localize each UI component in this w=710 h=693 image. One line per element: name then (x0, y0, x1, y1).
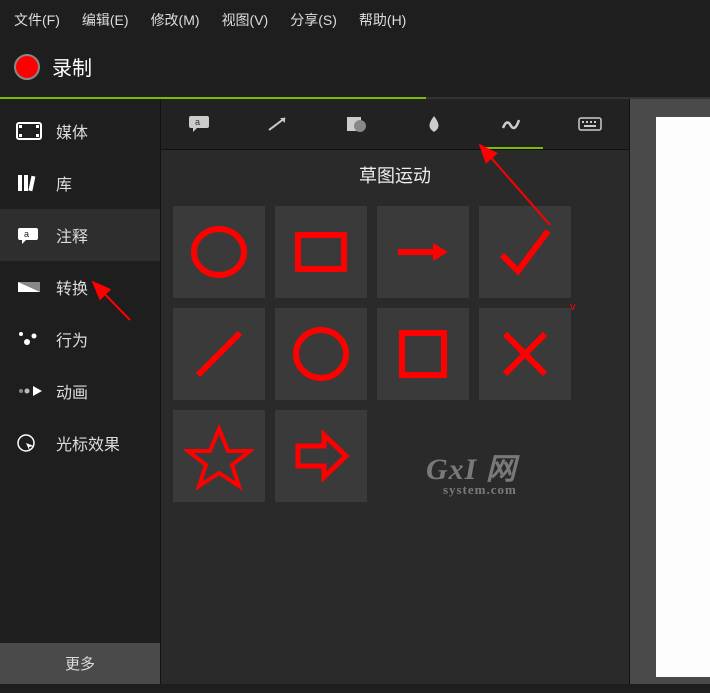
menu-view[interactable]: 视图(V) (222, 10, 269, 30)
tab-blur[interactable] (395, 99, 473, 149)
menu-modify[interactable]: 修改(M) (151, 10, 200, 30)
menu-file[interactable]: 文件(F) (14, 10, 60, 30)
shape-cross[interactable] (479, 308, 571, 400)
tab-shape[interactable] (317, 99, 395, 149)
sidebar-item-label: 行为 (56, 327, 88, 351)
cursor-icon (16, 433, 42, 453)
canvas-area (630, 99, 710, 684)
sidebar-item-label: 注释 (56, 223, 88, 247)
shape-rect[interactable] (275, 206, 367, 298)
more-button[interactable]: 更多 (0, 643, 160, 684)
sidebar: 媒体 库 a 注释 转换 行为 (0, 99, 160, 684)
behavior-icon (16, 329, 42, 349)
center-panel: a 草图运动 (160, 99, 630, 684)
sidebar-item-label: 光标效果 (56, 431, 120, 455)
annotate-icon: a (16, 225, 42, 245)
svg-text:a: a (24, 229, 29, 239)
menu-share[interactable]: 分享(S) (290, 10, 337, 30)
record-label: 录制 (52, 52, 92, 81)
menubar: 文件(F) 编辑(E) 修改(M) 视图(V) 分享(S) 帮助(H) (0, 0, 710, 40)
sidebar-item-animation[interactable]: 动画 (0, 365, 160, 417)
sidebar-item-library[interactable]: 库 (0, 157, 160, 209)
shape-ellipse[interactable] (275, 308, 367, 400)
shape-circle[interactable] (173, 206, 265, 298)
tab-arrow[interactable] (239, 99, 317, 149)
sidebar-item-transition[interactable]: 转换 (0, 261, 160, 313)
sidebar-item-label: 动画 (56, 379, 88, 403)
sidebar-item-behavior[interactable]: 行为 (0, 313, 160, 365)
library-icon (16, 173, 42, 193)
tab-callout[interactable]: a (161, 99, 239, 149)
shape-block-arrow[interactable] (275, 410, 367, 502)
sidebar-item-annotate[interactable]: a 注释 (0, 209, 160, 261)
main-area: 媒体 库 a 注释 转换 行为 (0, 99, 710, 684)
sidebar-item-label: 媒体 (56, 119, 88, 143)
record-button[interactable] (14, 54, 40, 80)
shape-square[interactable] (377, 308, 469, 400)
tab-sketch[interactable] (473, 99, 551, 149)
tab-keyboard[interactable] (551, 99, 629, 149)
menu-help[interactable]: 帮助(H) (359, 10, 406, 30)
sidebar-item-media[interactable]: 媒体 (0, 105, 160, 157)
shape-checkmark[interactable] (479, 206, 571, 298)
animation-icon (16, 381, 42, 401)
sidebar-item-label: 库 (56, 171, 72, 195)
menu-edit[interactable]: 编辑(E) (82, 10, 129, 30)
panel-title: 草图运动 (161, 150, 629, 200)
canvas-preview[interactable] (656, 117, 710, 677)
tool-tabs: a (161, 99, 629, 150)
shapes-grid (161, 200, 629, 508)
shape-line[interactable] (173, 308, 265, 400)
sidebar-item-label: 转换 (56, 275, 88, 299)
svg-text:a: a (195, 117, 200, 127)
shape-star[interactable] (173, 410, 265, 502)
sidebar-item-cursor[interactable]: 光标效果 (0, 417, 160, 469)
record-row: 录制 (0, 40, 710, 97)
transition-icon (16, 277, 42, 297)
media-icon (16, 121, 42, 141)
shape-arrow-right[interactable] (377, 206, 469, 298)
